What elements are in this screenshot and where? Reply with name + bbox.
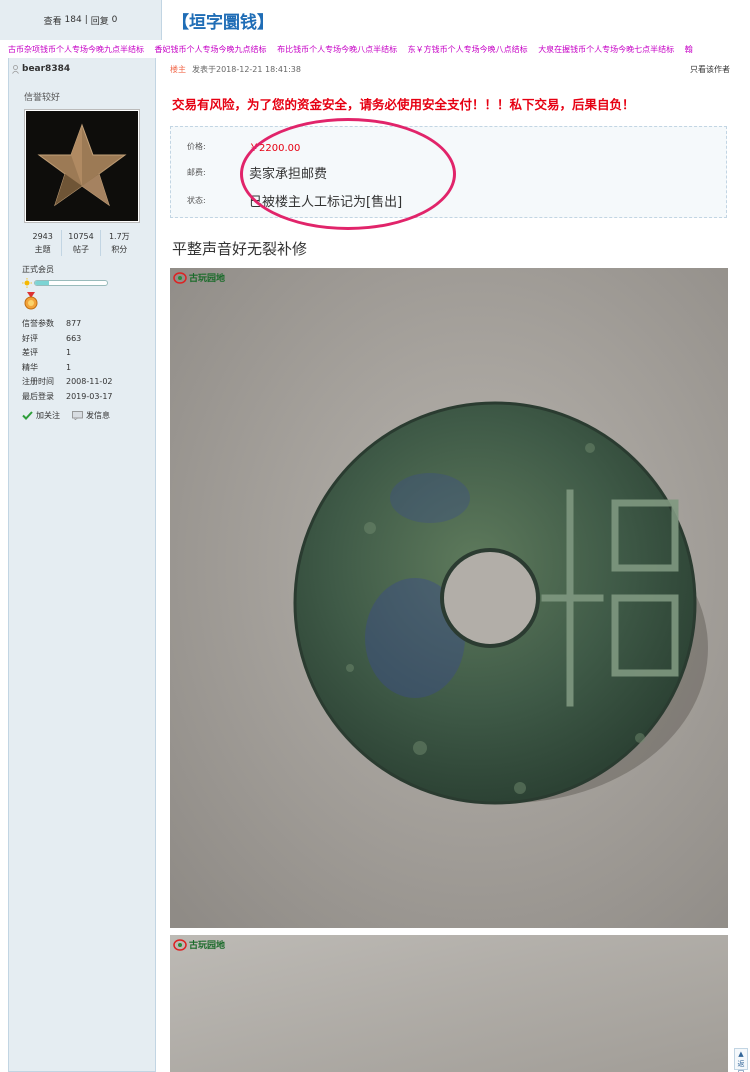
medal-icon[interactable] [24, 292, 38, 310]
up-arrow-icon: ▲ [738, 1050, 744, 1058]
watermark: 古玩园地 [173, 938, 225, 951]
back-to-top-label: 返回 [737, 1060, 745, 1072]
profile-key: 精华 [22, 362, 38, 372]
username-row: bear8384 [12, 64, 70, 74]
replies-label: 回复 [90, 16, 109, 27]
post-description: 平整声音好无裂补修 [172, 240, 308, 258]
owner-tag: 楼主 [170, 65, 186, 74]
star-avatar-image [26, 111, 138, 221]
watermark-logo-icon [173, 938, 187, 951]
profile-value: 1 [66, 362, 72, 372]
coin-photo[interactable]: 古玩园地 [170, 935, 728, 1072]
stat-points[interactable]: 1.7万 积分 [101, 230, 138, 256]
ad-links-row: 古币杂项钱币个人专场今晚九点半结标 香妃钱币个人专场今晚九点结标 布比钱币个人专… [8, 42, 750, 57]
coin-image [170, 935, 728, 1072]
message-icon [72, 411, 83, 420]
profile-row: 最后登录 2019-03-17 [22, 390, 113, 405]
ad-link[interactable]: 翰 [685, 45, 693, 54]
profile-value: 2008-11-02 [66, 377, 113, 386]
ad-link[interactable]: 布比钱币个人专场今晚八点半结标 [277, 45, 397, 54]
profile-value: 2019-03-17 [66, 391, 113, 401]
level-progress-bar [34, 280, 108, 286]
profile-key: 好评 [22, 333, 38, 343]
profile-key: 注册时间 [22, 377, 54, 386]
username[interactable]: bear8384 [22, 64, 70, 74]
profile-row: 注册时间 2008-11-02 [22, 375, 113, 390]
member-group[interactable]: 正式会员 [22, 264, 54, 275]
views-label: 查看 [43, 16, 62, 27]
ad-link[interactable]: 东￥方钱币个人专场今晚八点结标 [408, 45, 528, 54]
ad-link[interactable]: 古币杂项钱币个人专场今晚九点半结标 [8, 45, 144, 54]
watermark-text: 古玩园地 [189, 274, 226, 284]
ad-link[interactable]: 香妃钱币个人专场今晚九点结标 [155, 45, 267, 54]
post-meta: 楼主 发表于2018-12-21 18:41:38 只看该作者 [170, 64, 730, 75]
avatar[interactable] [25, 110, 139, 222]
only-author-link[interactable]: 只看该作者 [690, 64, 730, 75]
profile-key: 最后登录 [22, 391, 54, 401]
profile-key: 差评 [22, 348, 38, 357]
stats-separator: | [84, 15, 88, 25]
level-row [22, 278, 108, 288]
watermark-text: 古玩园地 [189, 941, 226, 951]
stat-label: 积分 [111, 245, 128, 254]
stat-threads[interactable]: 2943 主题 [24, 230, 63, 256]
profile-value: 1 [66, 348, 72, 357]
watermark: 古玩园地 [173, 271, 225, 284]
thread-title[interactable]: 【垣字圜钱】 [172, 8, 274, 33]
back-to-top-button[interactable]: ▲ 返回 [734, 1048, 748, 1072]
thread-stats: 查看 184 | 回复 0 [0, 0, 162, 40]
profile-row: 精华 1 [22, 361, 113, 376]
send-message-button[interactable]: 发信息 [72, 410, 110, 421]
profile-row: 好评 663 [22, 332, 113, 347]
stat-label: 帖子 [72, 245, 89, 254]
stat-value: 1.7万 [108, 232, 130, 241]
coin-image [170, 268, 728, 928]
price-label: 价格: [187, 142, 206, 151]
credit-level: 信誉较好 [24, 93, 61, 103]
profile-row: 信誉参数 877 [22, 317, 113, 332]
coin-photo[interactable]: 古玩园地 [170, 268, 728, 928]
message-label: 发信息 [86, 411, 110, 420]
sun-icon [22, 278, 32, 288]
follow-button[interactable]: 加关注 [22, 410, 60, 421]
replies-count: 0 [111, 15, 118, 25]
checkmark-icon [22, 411, 33, 420]
hand-drawn-circle [240, 118, 456, 230]
risk-warning: 交易有风险，为了您的资金安全，请务必使用安全支付！！！私下交易，后果自负！ [172, 97, 635, 112]
profile-list: 信誉参数 877 好评 663 差评 1 精华 1 注册时间 2008-11-02 最后登… [22, 317, 113, 404]
profile-value: 663 [66, 333, 82, 343]
user-icon [12, 64, 19, 74]
profile-row: 差评 1 [22, 346, 113, 361]
stat-posts[interactable]: 10754 帖子 [62, 230, 101, 256]
stat-label: 主题 [34, 245, 51, 254]
level-progress-fill [35, 281, 50, 285]
views-count: 184 [64, 15, 82, 25]
stat-value: 2943 [32, 232, 53, 241]
ad-link[interactable]: 大泉在握钱币个人专场今晚七点半结标 [538, 45, 674, 54]
profile-key: 信誉参数 [22, 319, 54, 328]
stat-value: 10754 [68, 232, 94, 241]
follow-label: 加关注 [36, 411, 60, 420]
user-actions: 加关注 发信息 [22, 410, 110, 421]
post-time: 发表于2018-12-21 18:41:38 [192, 65, 301, 74]
profile-value: 877 [66, 319, 82, 328]
status-label: 状态: [187, 196, 206, 205]
user-stats: 2943 主题 10754 帖子 1.7万 积分 [24, 230, 138, 256]
watermark-logo-icon [173, 271, 187, 284]
